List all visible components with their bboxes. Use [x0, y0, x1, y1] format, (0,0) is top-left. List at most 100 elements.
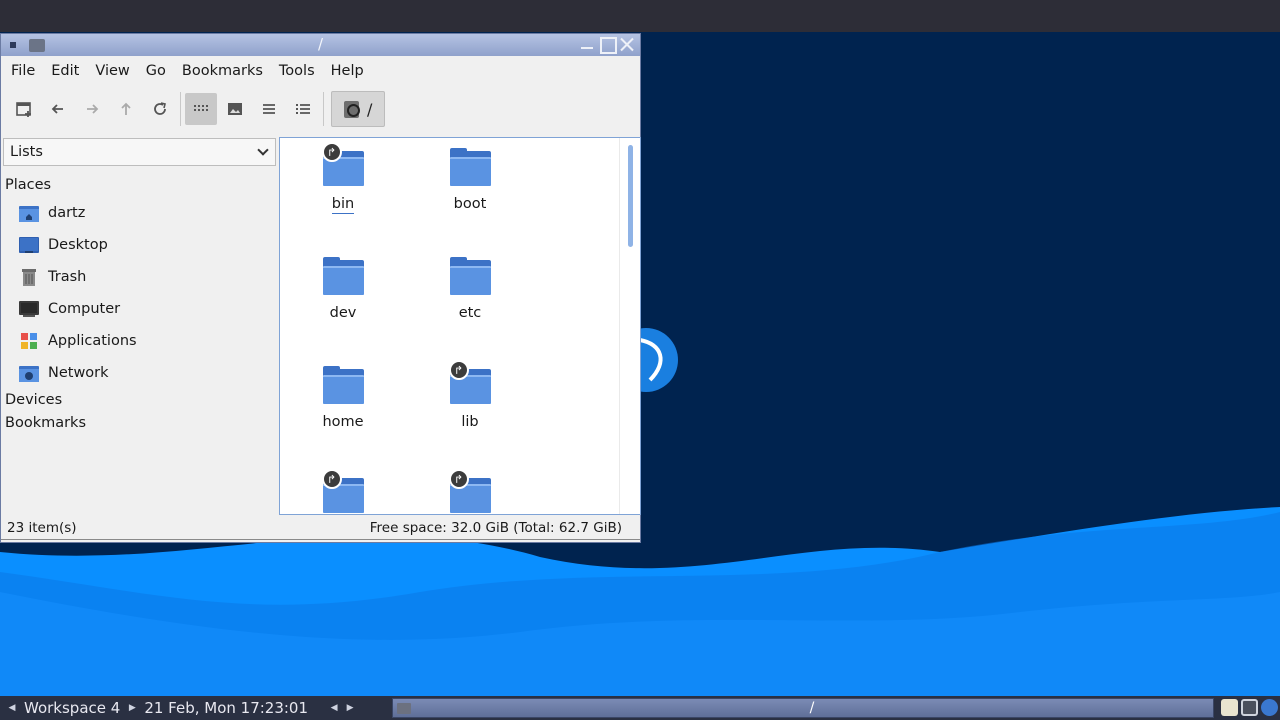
- file-item-etc[interactable]: etc: [415, 257, 525, 321]
- symlink-icon: ↱: [448, 360, 469, 380]
- detailed-view-button[interactable]: [286, 92, 320, 126]
- top-panel: [0, 0, 1280, 32]
- file-name: lib: [461, 414, 479, 430]
- path-label: /: [367, 99, 373, 119]
- file-name: home: [322, 414, 364, 430]
- clock[interactable]: 21 Feb, Mon 17:23:01: [140, 699, 312, 717]
- folder-icon: ↱: [448, 469, 491, 513]
- icon-view-button[interactable]: [185, 93, 217, 125]
- file-item-lib[interactable]: ↱ lib: [415, 360, 525, 430]
- file-view[interactable]: ↱ bin boot dev etc home ↱ lib ↱ ↱: [279, 137, 641, 515]
- symlink-icon: ↱: [448, 469, 469, 489]
- file-item[interactable]: ↱: [415, 469, 525, 514]
- clipboard-icon[interactable]: [1221, 699, 1238, 716]
- workspace-label[interactable]: Workspace 4: [20, 699, 124, 717]
- folder-icon: [322, 366, 364, 404]
- status-bar: 23 item(s) Free space: 32.0 GiB (Total: …: [1, 515, 640, 541]
- desktop-icon: [19, 237, 39, 253]
- free-space: Free space: 32.0 GiB (Total: 62.7 GiB): [369, 520, 622, 536]
- trash-icon: [22, 269, 36, 286]
- menu-view[interactable]: View: [87, 63, 137, 79]
- sidebar-item-computer[interactable]: Computer: [2, 293, 277, 325]
- file-item-bin[interactable]: ↱ bin: [288, 142, 398, 214]
- home-folder-icon: [19, 206, 39, 222]
- side-pane: Lists Places dartz Desktop Trash Compute…: [2, 137, 277, 515]
- sidebar-item-label: Network: [48, 365, 109, 381]
- menu-file[interactable]: File: [3, 63, 43, 79]
- drive-icon: [344, 100, 360, 118]
- display-icon[interactable]: [1241, 699, 1258, 716]
- menu-go[interactable]: Go: [138, 63, 174, 79]
- symlink-icon: ↱: [321, 142, 342, 162]
- file-item-boot[interactable]: boot: [415, 148, 525, 212]
- scroll-right-icon[interactable]: ▶: [342, 703, 358, 713]
- maximize-button[interactable]: [598, 36, 617, 54]
- file-manager-window: / File Edit View Go Bookmarks Tools Help: [0, 33, 641, 543]
- chevron-down-icon: [257, 144, 269, 156]
- applications-icon: [21, 333, 37, 349]
- bookmarks-header[interactable]: Bookmarks: [2, 412, 277, 435]
- file-item[interactable]: ↱: [288, 469, 398, 514]
- side-pane-mode-select[interactable]: Lists: [3, 138, 276, 166]
- toolbar-separator: [323, 92, 324, 126]
- forward-button[interactable]: [75, 92, 109, 126]
- file-name: dev: [329, 305, 357, 321]
- reload-button[interactable]: [143, 92, 177, 126]
- sidebar-item-applications[interactable]: Applications: [2, 325, 277, 357]
- list-detailed-icon: [296, 104, 310, 114]
- thumbnail-view-button[interactable]: [218, 92, 252, 126]
- sidebar-item-label: Trash: [48, 269, 87, 285]
- folder-icon: ↱: [321, 469, 364, 513]
- toolbar-separator: [180, 92, 181, 126]
- minimize-button[interactable]: [578, 36, 596, 52]
- grid-icon: [194, 105, 208, 111]
- previous-workspace-icon[interactable]: ◀: [4, 703, 20, 713]
- menu-bar: File Edit View Go Bookmarks Tools Help: [1, 56, 640, 86]
- info-icon[interactable]: [1261, 699, 1278, 716]
- compact-view-button[interactable]: [252, 92, 286, 126]
- toolbar: /: [1, 86, 640, 132]
- sidebar-item-desktop[interactable]: Desktop: [2, 229, 277, 261]
- symlink-icon: ↱: [321, 469, 342, 489]
- menu-tools[interactable]: Tools: [271, 63, 323, 79]
- sidebar-item-label: Computer: [48, 301, 121, 317]
- file-name: boot: [453, 196, 487, 212]
- item-count: 23 item(s): [7, 520, 77, 536]
- folder-icon: [322, 257, 364, 295]
- taskbar-window-button[interactable]: /: [392, 698, 1214, 718]
- close-button[interactable]: [618, 36, 636, 52]
- up-button[interactable]: [109, 92, 143, 126]
- places-header[interactable]: Places: [2, 174, 277, 197]
- window-border: [1, 539, 640, 543]
- devices-header[interactable]: Devices: [2, 389, 277, 412]
- system-tray: [1221, 699, 1278, 716]
- scroll-left-icon[interactable]: ◀: [326, 703, 342, 713]
- sidebar-item-label: dartz: [48, 205, 86, 221]
- new-tab-button[interactable]: [7, 92, 41, 126]
- sidebar-item-trash[interactable]: Trash: [2, 261, 277, 293]
- next-workspace-icon[interactable]: ▶: [124, 703, 140, 713]
- sidebar-item-network[interactable]: Network: [2, 357, 277, 389]
- folder-icon: [397, 702, 411, 714]
- folder-icon: ↱: [448, 360, 491, 404]
- sidebar-item-dartz[interactable]: dartz: [2, 197, 277, 229]
- new-tab-icon: [16, 102, 31, 117]
- file-item-dev[interactable]: dev: [288, 257, 398, 321]
- computer-icon: [19, 301, 39, 317]
- window-title: /: [317, 35, 324, 53]
- file-name: bin: [331, 196, 355, 214]
- menu-bookmarks[interactable]: Bookmarks: [174, 63, 271, 79]
- file-item-home[interactable]: home: [288, 366, 398, 430]
- vertical-scrollbar[interactable]: [628, 145, 633, 247]
- title-bar[interactable]: /: [1, 34, 640, 56]
- list-compact-icon: [263, 104, 275, 114]
- arrow-up-icon: [121, 102, 131, 115]
- menu-help[interactable]: Help: [323, 63, 372, 79]
- reload-icon: [154, 102, 166, 115]
- path-root-button[interactable]: /: [331, 91, 385, 127]
- menu-edit[interactable]: Edit: [43, 63, 87, 79]
- network-icon: [19, 366, 39, 382]
- back-button[interactable]: [41, 92, 75, 126]
- arrow-right-icon: [87, 104, 99, 114]
- taskbar: ◀ Workspace 4 ▶ 21 Feb, Mon 17:23:01 ◀ ▶…: [0, 696, 1280, 720]
